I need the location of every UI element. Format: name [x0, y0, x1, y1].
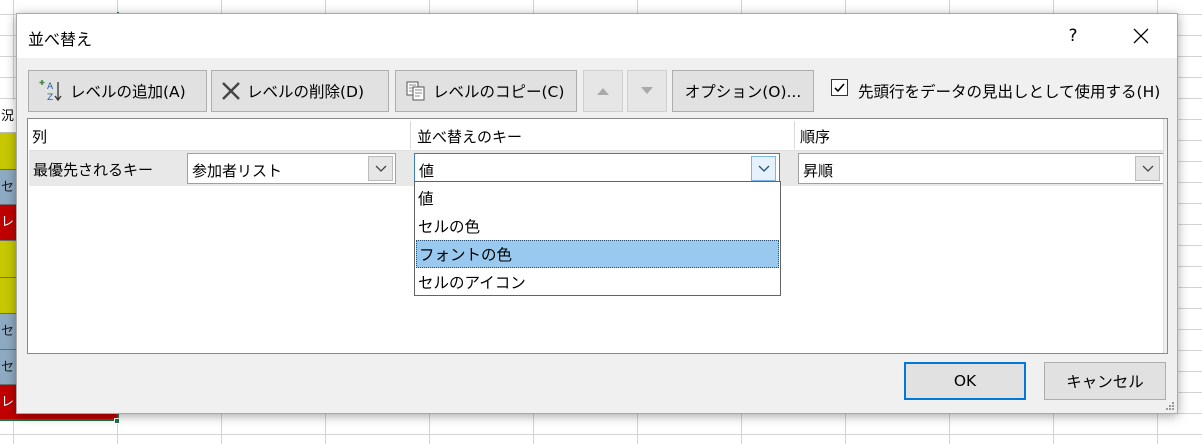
column-select[interactable]: 参加者リスト — [187, 153, 396, 184]
column-select-arrow[interactable] — [368, 156, 393, 181]
copy-level-button[interactable]: レベルのコピー(C) — [395, 70, 577, 112]
sort-on-dropdown-list: 値 セルの色 フォントの色 セルのアイコン — [414, 181, 781, 296]
grid-edge — [1163, 119, 1167, 353]
arrow-up-icon — [597, 88, 609, 95]
move-up-button[interactable] — [583, 70, 623, 112]
sort-level-label: 最優先されるキー — [33, 161, 154, 179]
close-button[interactable] — [1115, 20, 1167, 52]
dropdown-option-label: フォントの色 — [419, 246, 513, 264]
sort-az-add-icon: A Z — [38, 79, 64, 103]
order-select-value: 昇順 — [803, 162, 834, 180]
dropdown-option-font-color[interactable]: フォントの色 — [416, 240, 779, 268]
delete-level-button[interactable]: レベルの削除(D) — [211, 70, 389, 112]
svg-text:Z: Z — [47, 93, 53, 103]
column-header-order: 順序 — [800, 128, 831, 146]
resize-grip-icon[interactable] — [1165, 401, 1175, 411]
delete-x-icon — [221, 81, 241, 101]
copy-icon — [405, 80, 427, 102]
arrow-down-icon — [641, 87, 653, 94]
add-level-label: レベルの追加(A) — [70, 83, 186, 101]
ok-button[interactable]: OK — [904, 362, 1026, 400]
dropdown-option-label: セルの色 — [418, 218, 481, 236]
copy-level-label: レベルのコピー(C) — [433, 83, 565, 101]
column-divider — [410, 121, 411, 149]
sort-on-select-arrow[interactable] — [751, 156, 776, 181]
order-select-arrow[interactable] — [1135, 156, 1160, 181]
cancel-button[interactable]: キャンセル — [1044, 362, 1166, 400]
column-divider — [794, 121, 795, 149]
dropdown-option-label: セルのアイコン — [418, 274, 526, 292]
options-label: オプション(O)... — [684, 83, 802, 101]
help-icon: ? — [1068, 26, 1078, 46]
chevron-down-icon — [758, 165, 769, 172]
help-button[interactable]: ? — [1051, 20, 1095, 52]
fill-handle[interactable] — [114, 418, 120, 424]
dropdown-option-cell-icon[interactable]: セルのアイコン — [416, 268, 779, 296]
ok-label: OK — [953, 372, 977, 390]
options-button[interactable]: オプション(O)... — [672, 70, 814, 112]
delete-level-label: レベルの削除(D) — [247, 83, 365, 101]
sort-on-select[interactable]: 値 — [414, 153, 780, 184]
dropdown-option-cell-color[interactable]: セルの色 — [416, 212, 779, 240]
column-select-value: 参加者リスト — [192, 162, 283, 180]
add-level-button[interactable]: A Z レベルの追加(A) — [28, 70, 207, 112]
dropdown-option-label: 値 — [418, 190, 434, 208]
dialog-title: 並べ替え — [28, 30, 93, 49]
header-row-checkbox-label[interactable]: 先頭行をデータの見出しとして使用する(H) — [858, 80, 1160, 102]
move-down-button[interactable] — [627, 70, 667, 112]
svg-text:A: A — [47, 82, 54, 92]
header-row-checkbox[interactable] — [831, 79, 848, 96]
order-select[interactable]: 昇順 — [798, 153, 1164, 184]
cancel-label: キャンセル — [1066, 373, 1144, 391]
dropdown-option-values[interactable]: 値 — [416, 184, 779, 212]
close-icon — [1133, 28, 1149, 44]
chevron-down-icon — [375, 165, 386, 172]
sort-dialog: 並べ替え ? A Z レベルの追加(A) レベルの削除(D) レベルのコピー(C… — [16, 13, 1178, 414]
title-bar[interactable]: 並べ替え ? — [17, 14, 1177, 58]
chevron-down-icon — [1142, 165, 1153, 172]
column-header-column: 列 — [32, 128, 48, 146]
sort-on-select-value: 値 — [419, 162, 435, 180]
column-header-sort-on: 並べ替えのキー — [417, 128, 523, 146]
checkmark-icon — [834, 83, 845, 93]
